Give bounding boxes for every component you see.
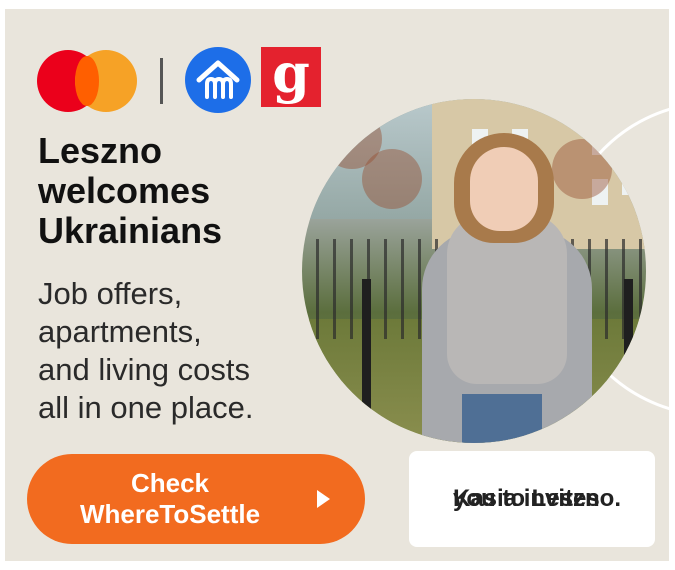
headline-line-2: welcomes [38,170,211,211]
body-copy: Job offers, apartments, and living costs… [38,275,328,427]
cta-line-2: WhereToSettle [79,499,261,529]
body-line-4: all in one place. [38,390,254,425]
check-wheretosettle-button[interactable]: Check WhereToSettle [27,454,365,544]
mastercard-overlap [75,56,99,106]
photo-fence-post [624,279,633,429]
headline: Leszno welcomes Ukrainians [38,131,308,251]
body-line-1: Job offers, [38,276,183,311]
mastercard-logo [37,50,137,112]
person-jeans [462,394,542,443]
ad-banner[interactable]: g Leszno welcomes Ukrainians Job offers,… [5,9,669,561]
headline-line-1: Leszno [38,130,163,171]
headline-line-3: Ukrainians [38,210,223,251]
photo-fence-post [362,279,371,429]
body-line-3: and living costs [38,352,250,387]
cta-label: Check WhereToSettle [45,468,295,530]
caption-text: Kasia invites you to Leszno. [431,467,641,512]
house-icon [185,47,251,113]
logo-divider [160,58,163,104]
caption-box: Kasia invites you to Leszno. [409,451,655,547]
person-face [470,147,538,231]
g-logo: g [261,46,321,107]
photo-person [392,129,622,443]
body-line-2: apartments, [38,314,202,349]
house-icon-svg [196,60,240,99]
cta-line-1: Check [130,468,210,498]
caption-line-2: you to Leszno. [453,485,621,512]
play-arrow-icon [317,490,330,508]
portrait-photo [302,99,646,443]
